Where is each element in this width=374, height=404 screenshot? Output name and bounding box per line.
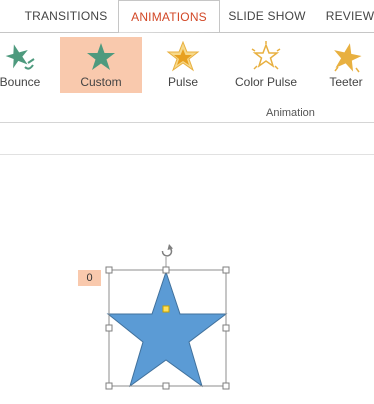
- tab-transitions[interactable]: TRANSITIONS: [18, 0, 114, 32]
- adjustment-handle[interactable]: [162, 305, 170, 313]
- tab-review[interactable]: REVIEW: [322, 0, 374, 32]
- tab-animations[interactable]: ANIMATIONS: [118, 0, 220, 33]
- gallery-label-teeter: Teeter: [329, 75, 363, 89]
- color-pulse-star-icon: [251, 41, 281, 70]
- star-shape-selected[interactable]: [98, 242, 240, 392]
- rotate-handle-icon[interactable]: [161, 244, 173, 257]
- gallery-label-pulse: Pulse: [167, 75, 199, 89]
- pulse-star-icon: [166, 41, 200, 72]
- teeter-star-icon: [334, 43, 362, 73]
- gallery-item-bounce[interactable]: Bounce: [0, 37, 46, 93]
- ruler-band: [0, 123, 374, 154]
- gallery-item-custom[interactable]: Custom: [60, 37, 142, 93]
- bounce-star-icon: [5, 44, 35, 70]
- gallery-label-custom: Custom: [80, 75, 122, 89]
- custom-star-icon: [87, 43, 115, 70]
- ribbon-body: Bounce Custom Pulse Color Pulse Teeter A…: [0, 33, 374, 123]
- animation-group-label: Animation: [266, 107, 315, 119]
- star-body[interactable]: [106, 270, 228, 388]
- gallery-label-bounce: Bounce: [0, 75, 41, 89]
- gallery-item-teeter[interactable]: Teeter: [318, 37, 374, 93]
- ribbon-tab-bar: TRANSITIONS ANIMATIONS SLIDE SHOW REVIEW: [0, 0, 374, 33]
- gallery-item-pulse[interactable]: Pulse: [150, 37, 216, 93]
- tab-slide-show[interactable]: SLIDE SHOW: [224, 0, 310, 32]
- gallery-label-color-pulse: Color Pulse: [234, 75, 298, 89]
- gallery-item-color-pulse[interactable]: Color Pulse: [228, 37, 304, 93]
